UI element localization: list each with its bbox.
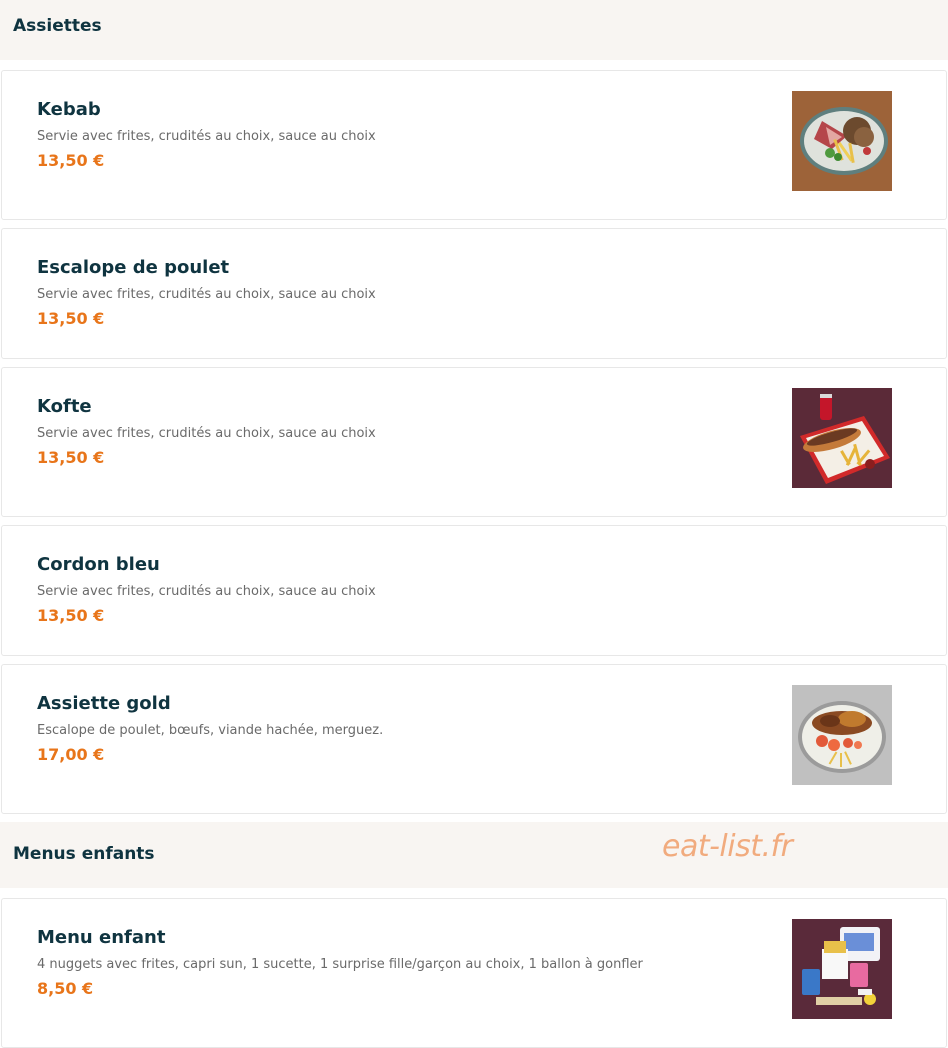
item-name: Assiette gold: [37, 693, 171, 714]
item-price: 13,50 €: [37, 309, 105, 328]
menu-item-kofte[interactable]: Kofte Servie avec frites, crudités au ch…: [1, 367, 947, 517]
menu-item-escalope-de-poulet[interactable]: Escalope de poulet Servie avec frites, c…: [1, 228, 947, 359]
item-description: Servie avec frites, crudités au choix, s…: [37, 287, 376, 302]
item-description: 4 nuggets avec frites, capri sun, 1 suce…: [37, 957, 643, 972]
item-price: 17,00 €: [37, 745, 105, 764]
assiette-gold-photo[interactable]: [792, 685, 892, 785]
menu-item-assiette-gold[interactable]: Assiette gold Escalope de poulet, bœufs,…: [1, 664, 947, 814]
kids-menu-box-photo[interactable]: [792, 919, 892, 1019]
menu-item-cordon-bleu[interactable]: Cordon bleu Servie avec frites, crudités…: [1, 525, 947, 656]
menu-item-kebab[interactable]: Kebab Servie avec frites, crudités au ch…: [1, 70, 947, 220]
kebab-plate-photo[interactable]: [792, 91, 892, 191]
section-header-menus-enfants: Menus enfants: [0, 822, 948, 888]
section-title: Menus enfants: [13, 844, 155, 864]
item-description: Escalope de poulet, bœufs, viande hachée…: [37, 723, 384, 738]
section-header-assiettes: Assiettes: [0, 0, 948, 60]
item-name: Escalope de poulet: [37, 257, 230, 278]
item-name: Menu enfant: [37, 927, 166, 948]
item-price: 8,50 €: [37, 979, 94, 998]
item-description: Servie avec frites, crudités au choix, s…: [37, 584, 376, 599]
item-price: 13,50 €: [37, 448, 105, 467]
item-name: Kofte: [37, 396, 92, 417]
item-name: Kebab: [37, 99, 101, 120]
menu-item-menu-enfant[interactable]: Menu enfant 4 nuggets avec frites, capri…: [1, 898, 947, 1048]
item-name: Cordon bleu: [37, 554, 160, 575]
kofte-sandwich-tray-photo[interactable]: [792, 388, 892, 488]
item-description: Servie avec frites, crudités au choix, s…: [37, 426, 376, 441]
section-title: Assiettes: [13, 16, 102, 36]
item-price: 13,50 €: [37, 151, 105, 170]
item-price: 13,50 €: [37, 606, 105, 625]
watermark-logo: eat-list.fr: [662, 829, 793, 864]
item-description: Servie avec frites, crudités au choix, s…: [37, 129, 376, 144]
